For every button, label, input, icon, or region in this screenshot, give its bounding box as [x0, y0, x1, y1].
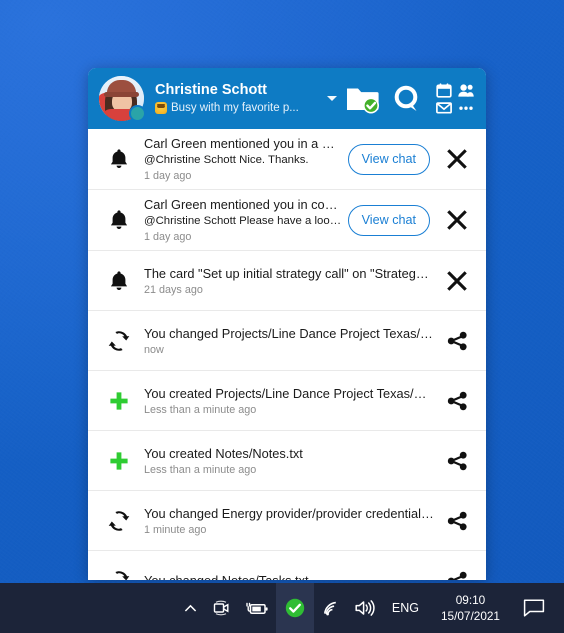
notification-row[interactable]: You created Projects/Line Dance Project … — [88, 371, 486, 431]
notification-text: You changed Projects/Line Dance Project … — [136, 325, 440, 357]
notification-row[interactable]: You changed Energy provider/provider cre… — [88, 491, 486, 551]
share-icon[interactable] — [440, 570, 474, 580]
notification-row[interactable]: Carl Green mentioned you in a private...… — [88, 129, 486, 190]
close-icon[interactable] — [440, 209, 474, 231]
avatar[interactable] — [99, 76, 146, 122]
language-indicator[interactable]: ENG — [382, 601, 429, 615]
notification-time: 21 days ago — [144, 283, 203, 296]
notification-row[interactable]: The card "Set up initial strategy call" … — [88, 251, 486, 311]
notification-time: 1 day ago — [144, 170, 192, 182]
notification-subtitle: @Christine Schott Nice. Thanks. — [144, 154, 309, 166]
notification-text: You changed Energy provider/provider cre… — [136, 505, 440, 537]
notification-title: You changed Notes/Tasks.txt — [144, 572, 434, 580]
user-identity: Christine Schott Busy with my favorite p… — [155, 82, 323, 115]
notification-title: The card "Set up initial strategy call" … — [144, 265, 434, 281]
share-icon[interactable] — [440, 510, 474, 532]
notification-list[interactable]: Carl Green mentioned you in a private...… — [88, 129, 486, 580]
notification-row[interactable]: You changed Projects/Line Dance Project … — [88, 311, 486, 371]
sync-icon — [102, 570, 136, 580]
notification-time: Less than a minute ago — [144, 463, 257, 476]
notification-text: The card "Set up initial strategy call" … — [136, 265, 440, 297]
calendar-icon[interactable] — [436, 82, 452, 98]
close-icon[interactable] — [440, 148, 474, 170]
clock-time: 09:10 — [455, 593, 486, 607]
notification-text: You created Projects/Line Dance Project … — [136, 385, 440, 417]
seafile-notification-panel: Christine Schott Busy with my favorite p… — [88, 68, 486, 580]
battery-charging-icon[interactable] — [238, 583, 276, 633]
notification-row[interactable]: Carl Green mentioned you in conversa... … — [88, 190, 486, 251]
notification-title: You changed Energy provider/provider cre… — [144, 505, 434, 521]
clock-date: 15/07/2021 — [440, 609, 500, 623]
notification-text: Carl Green mentioned you in conversa... … — [136, 196, 348, 244]
presence-badge — [129, 105, 146, 122]
clock[interactable]: 09:10 15/07/2021 — [429, 592, 512, 624]
header-apps-grid — [434, 82, 476, 115]
notification-title: Carl Green mentioned you in a private... — [144, 136, 342, 151]
user-status-text: Busy with my favorite p... — [171, 102, 299, 114]
plus-icon — [102, 450, 136, 472]
view-chat-button[interactable]: View chat — [347, 204, 430, 236]
volume-icon[interactable] — [347, 583, 382, 633]
notification-text: Carl Green mentioned you in a private...… — [136, 135, 348, 183]
share-icon[interactable] — [440, 330, 474, 352]
notification-time: now — [144, 343, 164, 356]
notification-text: You created Notes/Notes.txt Less than a … — [136, 445, 440, 477]
notification-row[interactable]: You created Notes/Notes.txt Less than a … — [88, 431, 486, 491]
mail-icon[interactable] — [435, 100, 452, 115]
search-icon[interactable] — [390, 82, 424, 116]
notification-time: 1 day ago — [144, 231, 192, 243]
notification-text: You changed Notes/Tasks.txt — [136, 572, 440, 580]
notification-time: 1 minute ago — [144, 523, 207, 536]
notification-row[interactable]: You changed Notes/Tasks.txt — [88, 551, 486, 580]
notification-title: You changed Projects/Line Dance Project … — [144, 325, 434, 341]
action-center-icon[interactable] — [512, 583, 558, 633]
share-icon[interactable] — [440, 450, 474, 472]
taskbar: ENG 09:10 15/07/2021 — [0, 583, 564, 633]
notification-title: You created Projects/Line Dance Project … — [144, 385, 434, 401]
chevron-down-icon[interactable] — [327, 96, 337, 101]
sync-icon — [102, 330, 136, 352]
show-hidden-icons-chevron[interactable] — [176, 583, 205, 633]
view-chat-button[interactable]: View chat — [347, 143, 430, 175]
camera-icon[interactable] — [205, 583, 238, 633]
wifi-icon[interactable] — [314, 583, 347, 633]
notification-time: Less than a minute ago — [144, 403, 257, 416]
sync-icon — [102, 510, 136, 532]
contacts-icon[interactable] — [458, 83, 474, 98]
notification-subtitle: @Christine Schott Please have a look :) — [144, 215, 342, 227]
close-icon[interactable] — [440, 270, 474, 292]
more-icon[interactable] — [458, 100, 474, 115]
panel-header: Christine Schott Busy with my favorite p… — [88, 68, 486, 129]
user-name: Christine Schott — [155, 82, 267, 98]
bell-icon — [102, 209, 136, 231]
plus-icon — [102, 390, 136, 412]
bell-icon — [102, 270, 136, 292]
seafile-status-icon[interactable] — [275, 583, 314, 633]
bell-icon — [102, 148, 136, 170]
notification-title: You created Notes/Notes.txt — [144, 445, 303, 461]
share-icon[interactable] — [440, 390, 474, 412]
user-status: Busy with my favorite p... — [155, 101, 323, 115]
folder-sync-icon[interactable] — [346, 84, 380, 114]
notification-title: Carl Green mentioned you in conversa... — [144, 197, 342, 212]
grin-emoji-icon — [155, 102, 167, 114]
